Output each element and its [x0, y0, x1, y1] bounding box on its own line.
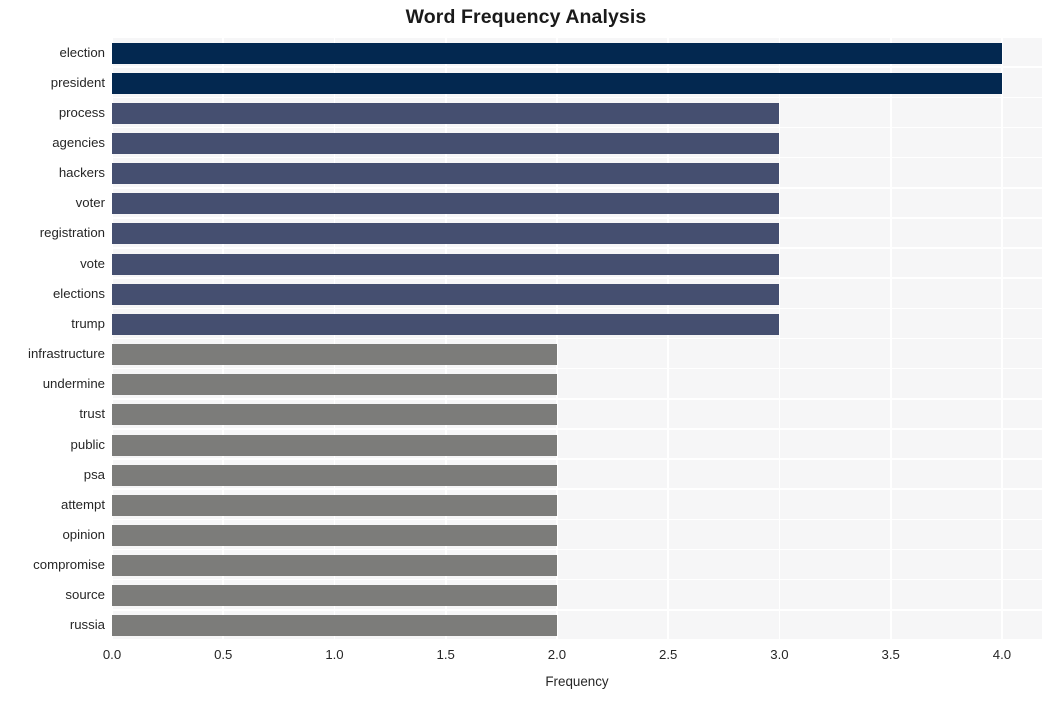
y-tick-label: trump — [71, 315, 105, 331]
x-tick-label: 2.0 — [547, 647, 567, 662]
y-tick-label: hackers — [58, 165, 105, 181]
gridline-horizontal — [112, 277, 1042, 279]
bar — [112, 313, 780, 335]
bar — [112, 193, 780, 215]
bar — [112, 283, 780, 305]
x-tick-label: 1.5 — [436, 647, 455, 662]
bar — [112, 434, 557, 456]
gridline-horizontal — [112, 156, 1042, 159]
gridline-horizontal — [112, 307, 1042, 310]
bar — [112, 163, 780, 185]
y-tick-label: registration — [39, 225, 105, 241]
bar — [112, 72, 1002, 94]
y-tick-label: vote — [80, 255, 105, 271]
y-tick-label: attempt — [61, 496, 105, 512]
y-tick-label: trust — [79, 406, 105, 422]
gridline-horizontal — [112, 518, 1042, 521]
gridline-horizontal — [112, 458, 1042, 460]
bar — [112, 494, 557, 516]
x-tick-label: 3.5 — [881, 647, 900, 662]
x-tick-label: 0.5 — [214, 647, 233, 662]
bar — [112, 374, 557, 396]
gridline-horizontal — [112, 126, 1042, 129]
y-tick-label: russia — [69, 617, 105, 633]
bar — [112, 253, 780, 275]
y-tick-label: election — [59, 44, 105, 60]
bar — [112, 555, 557, 577]
gridline-horizontal — [112, 66, 1042, 68]
x-tick-label: 0.0 — [102, 647, 122, 662]
bar — [112, 223, 780, 245]
gridline-horizontal — [112, 639, 1042, 640]
y-tick-label: process — [58, 104, 105, 120]
gridline-horizontal — [112, 488, 1042, 491]
gridline-horizontal — [112, 337, 1042, 340]
y-tick-label: voter — [75, 195, 105, 211]
y-tick-label: compromise — [33, 557, 105, 573]
y-tick-label: undermine — [42, 376, 105, 392]
page-title: Word Frequency Analysis — [405, 6, 647, 28]
y-tick-label: elections — [52, 285, 105, 301]
gridline-horizontal — [112, 578, 1042, 581]
y-tick-label: president — [50, 74, 105, 90]
y-tick-label: agencies — [52, 135, 105, 151]
y-tick-label: opinion — [62, 526, 105, 542]
gridline-horizontal — [112, 548, 1042, 551]
bar — [112, 42, 1002, 64]
gridline-horizontal — [112, 609, 1042, 611]
gridline-horizontal — [112, 247, 1042, 249]
bar — [112, 404, 557, 426]
x-tick-label: 4.0 — [992, 647, 1012, 662]
y-tick-label: public — [70, 436, 105, 452]
bar — [112, 464, 557, 486]
bar — [112, 133, 780, 155]
y-tick-label: infrastructure — [28, 346, 105, 362]
y-tick-label: source — [65, 587, 105, 603]
gridline-horizontal — [112, 398, 1042, 400]
gridline-horizontal — [112, 428, 1042, 430]
bar — [112, 615, 557, 637]
bar — [112, 524, 557, 546]
plot-area — [112, 37, 1042, 640]
x-tick-label: 3.0 — [770, 647, 789, 662]
x-tick-label: 2.5 — [659, 647, 678, 662]
x-tick-label: 1.0 — [325, 647, 344, 662]
gridline-horizontal — [112, 217, 1042, 219]
gridline-horizontal — [112, 367, 1042, 370]
bar — [112, 102, 780, 124]
bar — [112, 585, 557, 607]
gridline-horizontal — [112, 96, 1042, 99]
gridline-horizontal — [112, 37, 1042, 38]
word-frequency-chart: Word Frequency Analysis election presiden… — [0, 0, 1052, 701]
y-tick-label: psa — [83, 466, 105, 482]
gridline-horizontal — [112, 186, 1042, 189]
bar — [112, 344, 557, 366]
x-axis-label: Frequency — [545, 674, 609, 689]
